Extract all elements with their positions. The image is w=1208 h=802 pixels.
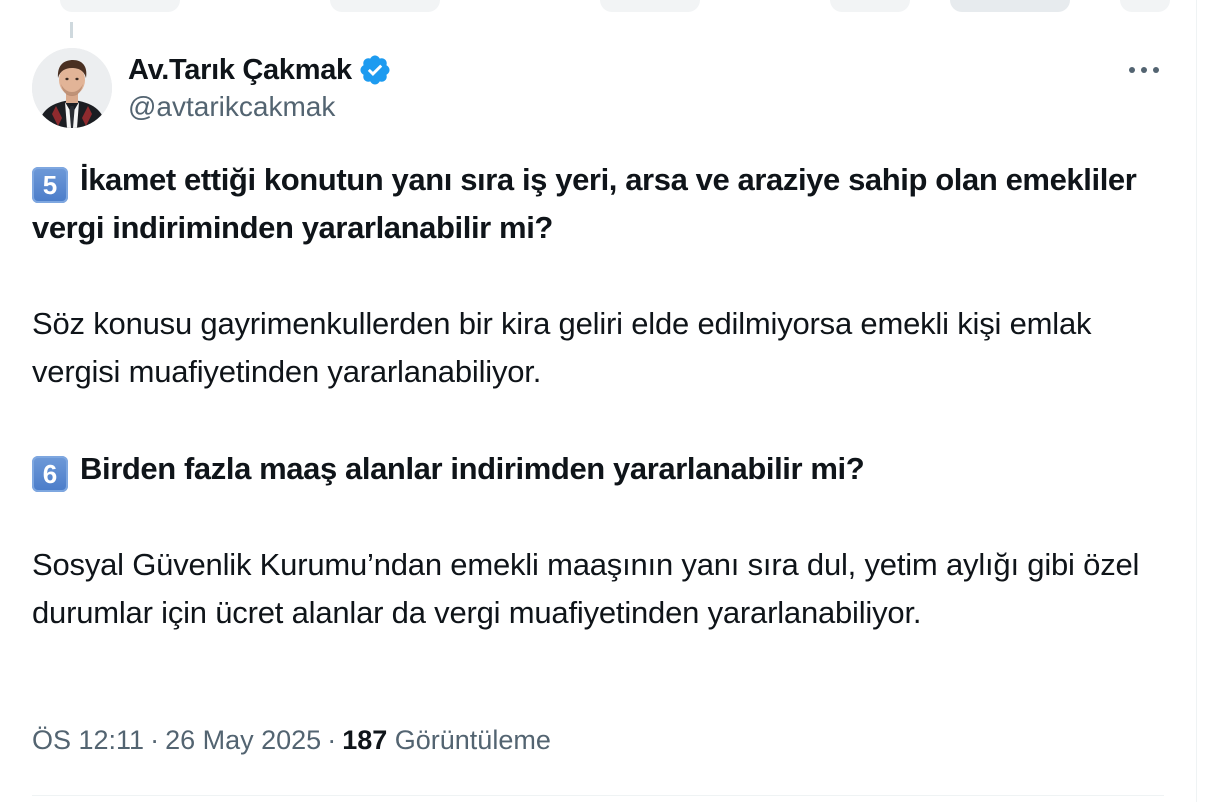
tweet-detail-page: Av.Tarık Çakmak @avtarikcakmak 5 İkamet e… (0, 0, 1208, 802)
action-remnant (1120, 0, 1170, 12)
question-6: 6 Birden fazla maaş alanlar indirimden ya… (32, 445, 1172, 493)
author-name-row: Av.Tarık Çakmak (128, 50, 392, 90)
meta-separator: · (150, 725, 160, 755)
thread-connector-line (70, 22, 73, 38)
previous-tweet-actions-remnant (0, 0, 1196, 22)
tweet-text: 5 İkamet ettiği konutun yanı sıra iş yeri… (32, 156, 1172, 637)
keycap-5-emoji-icon: 5 (32, 167, 68, 203)
author-handle[interactable]: @avtarikcakmak (128, 91, 335, 123)
question-6-text: Birden fazla maaş alanlar indirimden yar… (80, 451, 865, 486)
avatar-portrait-icon (32, 48, 112, 128)
author-name[interactable]: Av.Tarık Çakmak (128, 54, 352, 87)
answer-6: Sosyal Güvenlik Kurumu’ndan emekli maaşı… (32, 547, 1140, 630)
action-remnant (830, 0, 910, 12)
views-count: 187 (342, 725, 388, 755)
tweet-meta: ÖS 12:11 · 26 May 2025 · 187 Görüntüleme (32, 720, 551, 760)
tweet-date[interactable]: 26 May 2025 (165, 725, 321, 755)
answer-5: Söz konusu gayrimenkullerden bir kira ge… (32, 306, 1092, 389)
views-label: Görüntüleme (394, 725, 551, 755)
question-5: 5 İkamet ettiği konutun yanı sıra iş yeri… (32, 156, 1172, 252)
action-remnant (330, 0, 440, 12)
tweet-time[interactable]: ÖS 12:11 (32, 725, 144, 755)
action-remnant (60, 0, 180, 12)
action-remnant (600, 0, 700, 12)
avatar[interactable] (32, 48, 112, 128)
keycap-6-emoji-icon: 6 (32, 456, 68, 492)
question-5-text: İkamet ettiği konutun yanı sıra iş yeri,… (32, 162, 1137, 245)
column-divider (1196, 0, 1197, 802)
meta-separator: · (327, 725, 337, 755)
action-remnant (950, 0, 1070, 12)
meta-divider (32, 795, 1164, 796)
more-horizontal-icon (1129, 67, 1159, 73)
more-options-button[interactable] (1122, 54, 1166, 86)
verified-badge-icon[interactable] (358, 53, 392, 87)
